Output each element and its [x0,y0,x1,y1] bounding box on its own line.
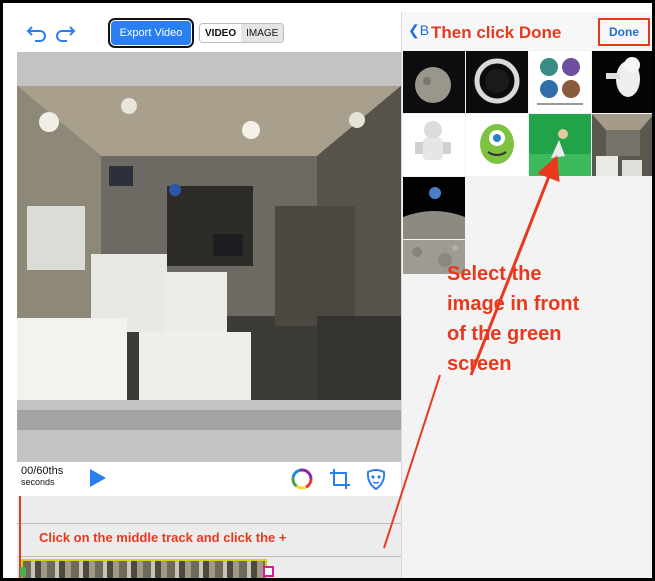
helmet-thumbnail[interactable] [466,51,528,113]
undo-icon[interactable] [25,22,49,44]
video-editor: Export Video VIDEO IMAGE 00/60ths second… [17,12,401,578]
preview-scrim [17,410,401,430]
mask-icon[interactable] [363,466,389,492]
screenshot-frame: Export Video VIDEO IMAGE 00/60ths second… [0,0,655,581]
annotation-line: of the green [447,323,562,345]
crop-icon[interactable] [327,466,353,492]
back-label: B [419,22,430,38]
playback-controls: 00/60ths seconds [17,462,401,496]
track-divider [17,556,401,557]
annotation-line: Select the [447,263,542,285]
time-readout: 00/60ths seconds [21,466,63,488]
green-screen-person-thumbnail[interactable] [529,114,591,176]
clip-start-handle[interactable] [20,567,26,577]
green-monster-thumbnail[interactable] [466,114,528,176]
space-station-interior-image [17,86,401,400]
annotation-line: screen [447,353,512,375]
earth-rise-thumbnail[interactable] [403,177,465,239]
space-station-thumbnail[interactable] [592,114,654,176]
annotation-then-click-done: Then click Done [431,23,566,43]
redo-icon[interactable] [53,22,77,44]
chevron-left-icon: ❮ [408,22,420,38]
astronaut-white-thumbnail[interactable] [403,114,465,176]
diagram-thumbnail[interactable] [529,51,591,113]
annotation-line: image in front [447,293,580,315]
time-value: 00/60ths [21,465,64,477]
color-wheel-icon[interactable] [289,466,315,492]
mode-image-tab[interactable]: IMAGE [241,24,284,42]
timeline: Click on the middle track and click the … [17,496,401,578]
astronaut-thumbnail[interactable] [592,51,654,113]
play-icon[interactable] [90,469,106,487]
back-button[interactable]: ❮B [408,22,429,39]
track-instruction: Click on the middle track and click the … [39,530,287,545]
annotation-select-image: Select the image in front of the green s… [447,259,647,379]
moon-thumbnail[interactable] [403,51,465,113]
clip-end-handle[interactable] [263,566,274,577]
export-video-button[interactable]: Export Video [108,18,194,48]
video-clip[interactable] [21,559,267,578]
time-unit: seconds [21,477,55,487]
mode-video-tab[interactable]: VIDEO [200,24,242,42]
editor-toolbar: Export Video VIDEO IMAGE [17,12,401,52]
mode-segmented-control: VIDEO IMAGE [199,23,285,43]
done-button[interactable]: Done [598,18,650,46]
